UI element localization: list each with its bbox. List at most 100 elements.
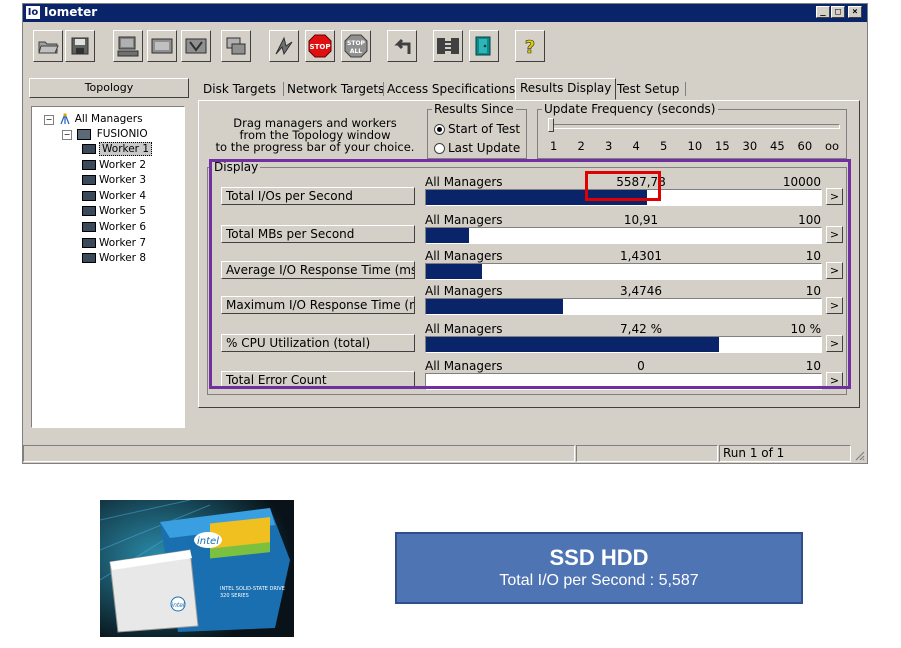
ssd-product-photo: intel INTEL SOLID-STATE DRIVE 320 SERIES…: [100, 500, 294, 637]
results-display-panel: Drag managers and workers from the Topol…: [198, 100, 860, 408]
stop-icon[interactable]: STOP: [305, 30, 335, 62]
worker-icon: [82, 190, 96, 201]
tree-label-all-managers: All Managers: [74, 113, 143, 125]
close-button[interactable]: ×: [848, 6, 862, 18]
worker-icon: [82, 237, 96, 248]
tab-network-targets[interactable]: Network Targets: [287, 80, 384, 98]
radio-start-of-test-label: Start of Test: [448, 122, 521, 136]
photo-product-line-1: INTEL SOLID-STATE DRIVE: [220, 586, 285, 592]
results-since-title: Results Since: [432, 102, 516, 116]
worker-icon: [82, 253, 96, 264]
frequency-tick-label: 5: [660, 139, 668, 153]
exit-icon[interactable]: [469, 30, 499, 62]
radio-checked-icon: [434, 124, 445, 135]
start-icon[interactable]: [269, 30, 299, 62]
tab-results-display[interactable]: Results Display: [515, 78, 617, 100]
tree-item-worker[interactable]: Worker 5: [82, 205, 146, 218]
tree-item-worker[interactable]: Worker 8: [82, 252, 146, 265]
worker-icon: [82, 222, 96, 232]
resize-grip-icon[interactable]: [853, 449, 865, 461]
window-title: Iometer: [44, 5, 98, 19]
tree-label-worker: Worker 7: [99, 236, 147, 249]
topology-header: Topology: [29, 78, 189, 98]
toolbar: STOP STOP ALL ?: [25, 26, 865, 68]
tab-strip: Disk Targets Network Targets Access Spec…: [197, 78, 862, 100]
intel-logo: intel: [197, 536, 219, 547]
worker-icon: [82, 144, 96, 154]
help-icon[interactable]: ?: [515, 30, 545, 62]
tree-item-manager[interactable]: − FUSIONIO: [62, 128, 148, 141]
disconnect-icon[interactable]: [433, 30, 463, 62]
tree-label-manager: FUSIONIO: [96, 128, 148, 140]
topology-tree[interactable]: − All Managers − FUSIONIO Worker 1 Worker…: [31, 106, 185, 428]
tree-item-worker[interactable]: Worker 4: [82, 190, 146, 203]
app-logo: Io: [26, 6, 40, 19]
ssd-caption-box: SSD HDD Total I/O per Second : 5,587: [395, 532, 803, 604]
minimize-button[interactable]: _: [816, 6, 830, 18]
radio-start-of-test[interactable]: Start of Test: [434, 122, 520, 136]
frequency-tick-label: 1: [550, 139, 558, 153]
topology-panel: Topology − All Managers − FUSIONIO Worke…: [29, 78, 189, 438]
title-bar[interactable]: Io Iometer _ □ ×: [23, 4, 867, 22]
tree-item-worker[interactable]: Worker 3: [82, 174, 146, 187]
stop-label: STOP: [310, 43, 331, 51]
iometer-window: Io Iometer _ □ × STOP STOP ALL ? Topolog…: [22, 3, 868, 464]
tree-item-worker[interactable]: Worker 6: [82, 221, 146, 234]
disk-worker-icon[interactable]: [181, 30, 211, 62]
frequency-tick-label: 30: [742, 139, 758, 153]
tree-item-worker[interactable]: Worker 2: [82, 159, 146, 172]
tree-item-worker[interactable]: Worker 7: [82, 237, 146, 250]
save-icon[interactable]: [65, 30, 95, 62]
help-label: ?: [525, 37, 535, 57]
tab-disk-targets[interactable]: Disk Targets: [203, 80, 276, 98]
tree-item-all-managers[interactable]: − All Managers: [44, 113, 143, 126]
worker-icon: [82, 175, 96, 186]
expander-icon[interactable]: −: [44, 115, 54, 125]
frequency-tick-label: 15: [715, 139, 730, 153]
open-icon[interactable]: [33, 30, 63, 62]
frequency-tick-label: 2: [577, 139, 585, 153]
svg-text:ALL: ALL: [350, 48, 362, 55]
reset-icon[interactable]: [387, 30, 417, 62]
tree-label-worker: Worker 5: [99, 205, 147, 218]
worker-icon: [82, 206, 96, 217]
network-icon: [59, 113, 71, 125]
tree-label-worker: Worker 8: [99, 252, 147, 265]
status-run: Run 1 of 1: [719, 445, 851, 462]
new-manager-icon[interactable]: [113, 30, 143, 62]
update-frequency-title: Update Frequency (seconds): [542, 102, 718, 116]
tree-label-worker: Worker 1: [99, 142, 153, 156]
radio-last-update-label: Last Update: [448, 141, 521, 155]
photo-product-line-2: 320 SERIES: [220, 593, 249, 599]
tree-label-worker: Worker 4: [99, 189, 147, 202]
computer-icon: [77, 128, 92, 140]
new-worker-icon[interactable]: [147, 30, 177, 62]
maximize-button[interactable]: □: [831, 6, 845, 18]
tree-item-worker[interactable]: Worker 1: [82, 142, 153, 156]
frequency-tick-label: 45: [770, 139, 785, 153]
copy-worker-icon[interactable]: [221, 30, 251, 62]
tab-test-setup[interactable]: Test Setup: [617, 80, 679, 98]
tree-label-worker: Worker 6: [99, 221, 147, 233]
frequency-tick-label: 3: [605, 139, 613, 153]
svg-text:STOP: STOP: [347, 40, 366, 47]
tree-label-worker: Worker 3: [99, 174, 147, 187]
svg-text:intel: intel: [171, 602, 185, 609]
frequency-slider-thumb[interactable]: [548, 118, 554, 132]
expander-icon[interactable]: −: [62, 130, 72, 140]
display-highlight-box: [209, 159, 851, 389]
caption-title: SSD HDD: [549, 545, 649, 570]
drag-hint: Drag managers and workers from the Topol…: [205, 117, 425, 153]
radio-unchecked-icon: [434, 143, 445, 154]
radio-last-update[interactable]: Last Update: [434, 141, 520, 155]
drag-hint-line-3: to the progress bar of your choice.: [215, 140, 415, 154]
caption-subtitle: Total I/O per Second : 5,587: [499, 572, 699, 589]
update-frequency-group: Update Frequency (seconds) 1 2 3 4 5 10 15 30 45…: [537, 102, 847, 159]
stop-all-icon[interactable]: STOP ALL: [341, 30, 371, 62]
tab-access-specifications[interactable]: Access Specifications: [387, 80, 515, 98]
status-bar: Run 1 of 1: [23, 444, 867, 463]
frequency-tick-label: 10: [687, 139, 703, 153]
status-pane-mid: [576, 445, 718, 462]
frequency-slider-track[interactable]: [548, 124, 840, 129]
tree-label-worker: Worker 2: [99, 158, 147, 171]
